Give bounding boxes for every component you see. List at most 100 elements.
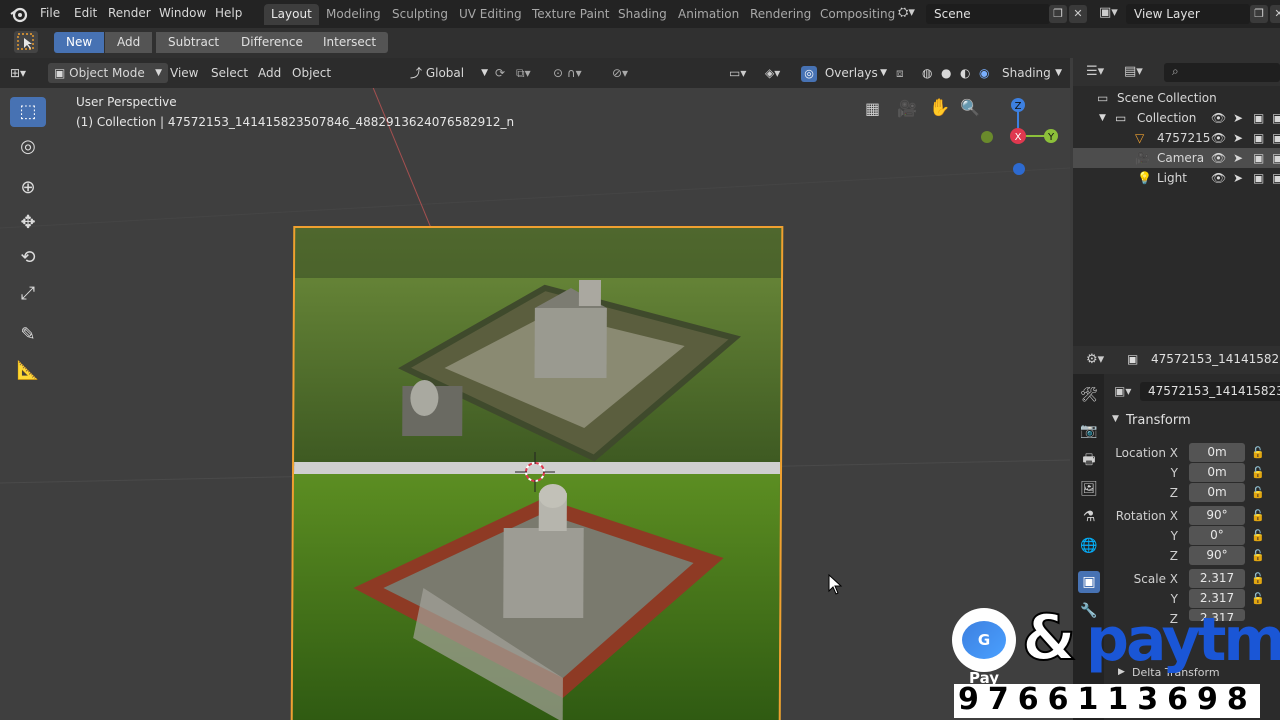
snap-icon[interactable]: ⧉▾ xyxy=(516,63,531,83)
tab-rendering[interactable]: Rendering xyxy=(743,4,818,25)
menu-help[interactable]: Help xyxy=(215,6,242,20)
visibility-eye-icon[interactable]: 👁 xyxy=(1211,108,1226,128)
render-monitor-icon[interactable]: ▣ xyxy=(1253,148,1264,168)
shading-dropdown[interactable]: Shading ▼ xyxy=(1002,63,1062,83)
tab-sculpting[interactable]: Sculpting xyxy=(385,4,455,25)
selectable-arrow-icon[interactable]: ➤ xyxy=(1233,128,1243,148)
tab-scene-icon[interactable]: ⚗ xyxy=(1078,506,1100,528)
visibility-eye-icon[interactable]: 👁 xyxy=(1211,168,1226,188)
tab-layout[interactable]: Layout xyxy=(264,4,319,25)
move-tool-button[interactable]: ⊕ xyxy=(10,173,46,203)
display-mode-icon[interactable]: ▤▾ xyxy=(1124,64,1143,79)
lock-icon[interactable]: 🔓 xyxy=(1251,466,1265,479)
tab-texture-paint[interactable]: Texture Paint xyxy=(525,4,616,25)
render-monitor-icon[interactable]: ▣ xyxy=(1253,108,1264,128)
overlays-dropdown[interactable]: ◎ Overlays ▼ xyxy=(801,63,887,83)
properties-editor-icon[interactable]: ⚙▾ xyxy=(1086,352,1104,367)
render-monitor-icon[interactable]: ▣ xyxy=(1253,128,1264,148)
view-object-types-icon[interactable]: ▭▾ xyxy=(729,63,746,83)
menu-file[interactable]: File xyxy=(40,6,60,20)
lock-icon[interactable]: 🔓 xyxy=(1251,509,1265,522)
menu-render[interactable]: Render xyxy=(108,6,151,20)
scene-selector-icon[interactable]: ⛭▾ xyxy=(898,5,915,20)
mode-intersect-button[interactable]: Intersect xyxy=(311,32,389,53)
select-box-tool-icon[interactable] xyxy=(14,31,38,53)
object-mode-dropdown[interactable]: ▣ Object Mode ▼ xyxy=(48,63,168,83)
tab-render-icon[interactable]: 📷 xyxy=(1078,420,1100,442)
tab-animation[interactable]: Animation xyxy=(671,4,746,25)
3d-viewport[interactable]: ▦ 🎥 ✋ 🔍 Z Y X User Perspective (1) Colle… xyxy=(0,88,1070,720)
tab-object-icon[interactable]: ▣ xyxy=(1078,571,1100,593)
view-layer-icon[interactable]: ▣▾ xyxy=(1099,5,1118,20)
camera-render-icon[interactable]: ▣ xyxy=(1272,168,1280,188)
link-icon[interactable]: ⊘▾ xyxy=(612,63,628,83)
cursor-tool-button[interactable]: ◎ xyxy=(10,132,46,162)
material-shading-icon[interactable]: ◐ xyxy=(960,63,970,83)
outliner-editor-icon[interactable]: ☰▾ xyxy=(1086,64,1104,79)
outliner-row-camera[interactable]: 🎥 Camera 👁 ➤ ▣ ▣ xyxy=(1073,148,1280,168)
mode-add-button[interactable]: Add xyxy=(105,32,153,53)
object-data-name-field[interactable]: ▣▾ 47572153_141415823... xyxy=(1110,382,1280,402)
scale-x-field[interactable]: 2.317 xyxy=(1189,569,1245,588)
lock-icon[interactable]: 🔓 xyxy=(1251,529,1265,542)
camera-view-icon[interactable]: 🎥 xyxy=(897,99,917,118)
new-scene-icon[interactable]: ❐ xyxy=(1049,5,1067,23)
transform-panel-header[interactable]: ▼ Transform xyxy=(1104,410,1280,432)
render-monitor-icon[interactable]: ▣ xyxy=(1253,168,1264,188)
proportional-edit-icon[interactable]: ⊙ ∩▾ xyxy=(553,63,582,83)
visibility-eye-icon[interactable]: 👁 xyxy=(1211,128,1226,148)
scene-name-field[interactable]: Scene xyxy=(926,4,1050,24)
tab-output-icon[interactable]: 🖶 xyxy=(1078,449,1100,471)
lock-icon[interactable]: 🔓 xyxy=(1251,572,1265,585)
tab-uv-editing[interactable]: UV Editing xyxy=(452,4,529,25)
camera-render-icon[interactable]: ▣ xyxy=(1272,148,1280,168)
location-z-field[interactable]: 0m xyxy=(1189,483,1245,502)
transform-orientation-dropdown[interactable]: ⤴ Global ▼ xyxy=(410,63,488,83)
camera-render-icon[interactable]: ▣ xyxy=(1272,128,1280,148)
rotate-tool-button[interactable]: ⟲ xyxy=(10,243,46,273)
outliner-row-collection[interactable]: ▼ ▭ Collection 👁 ➤ ▣ ▣ xyxy=(1073,108,1280,128)
outliner-row-scene-collection[interactable]: ▭ Scene Collection xyxy=(1073,88,1280,108)
remove-view-layer-icon[interactable]: ✕ xyxy=(1270,5,1280,23)
xray-icon[interactable]: ⧈ xyxy=(896,63,904,83)
measure-tool-button[interactable]: 📐 xyxy=(10,356,46,386)
outliner-search-input[interactable]: ⌕ xyxy=(1164,63,1280,82)
solid-shading-icon[interactable]: ● xyxy=(941,63,951,83)
lock-icon[interactable]: 🔓 xyxy=(1251,486,1265,499)
pivot-point-icon[interactable]: ⟳ xyxy=(495,63,505,83)
view-layer-field[interactable]: View Layer xyxy=(1126,4,1250,24)
blender-logo-icon[interactable] xyxy=(10,5,28,23)
ortho-toggle-icon[interactable]: ▦ xyxy=(865,99,880,118)
menu-select[interactable]: Select xyxy=(211,63,248,83)
tab-view-layer-icon[interactable]: 🖼 xyxy=(1078,478,1100,500)
rendered-shading-icon[interactable]: ◉ xyxy=(979,63,989,83)
tab-shading[interactable]: Shading xyxy=(611,4,674,25)
close-icon[interactable]: ✕ xyxy=(1069,5,1087,23)
mode-subtract-button[interactable]: Subtract xyxy=(156,32,232,53)
outliner-row-light[interactable]: 💡 Light 👁 ➤ ▣ ▣ xyxy=(1073,168,1280,188)
wireframe-shading-icon[interactable]: ◍ xyxy=(922,63,932,83)
menu-add[interactable]: Add xyxy=(258,63,281,83)
menu-window[interactable]: Window xyxy=(159,6,206,20)
camera-render-icon[interactable]: ▣ xyxy=(1272,108,1280,128)
menu-object[interactable]: Object xyxy=(292,63,331,83)
editor-type-icon[interactable]: ⊞▾ xyxy=(10,63,26,83)
3d-cursor-icon[interactable] xyxy=(515,452,555,492)
move-arrows-tool-button[interactable]: ✥ xyxy=(10,208,46,238)
visibility-eye-icon[interactable]: 👁 xyxy=(1211,148,1226,168)
tab-world-icon[interactable]: 🌐 xyxy=(1078,535,1100,557)
lock-icon[interactable]: 🔓 xyxy=(1251,446,1265,459)
location-x-field[interactable]: 0m xyxy=(1189,443,1245,462)
selectable-arrow-icon[interactable]: ➤ xyxy=(1233,108,1243,128)
select-tool-button[interactable]: ⬚ xyxy=(10,97,46,127)
mode-new-button[interactable]: New xyxy=(54,32,105,53)
new-view-layer-icon[interactable]: ❐ xyxy=(1250,5,1268,23)
tab-compositing[interactable]: Compositing xyxy=(813,4,902,25)
rotation-z-field[interactable]: 90° xyxy=(1189,546,1245,565)
pan-hand-icon[interactable]: ✋ xyxy=(929,98,950,118)
scale-tool-button[interactable]: ⤢ xyxy=(10,279,46,309)
selectable-arrow-icon[interactable]: ➤ xyxy=(1233,168,1243,188)
menu-edit[interactable]: Edit xyxy=(74,6,97,20)
tab-tool-icon[interactable]: 🛠 xyxy=(1078,384,1100,406)
menu-view[interactable]: View xyxy=(170,63,198,83)
